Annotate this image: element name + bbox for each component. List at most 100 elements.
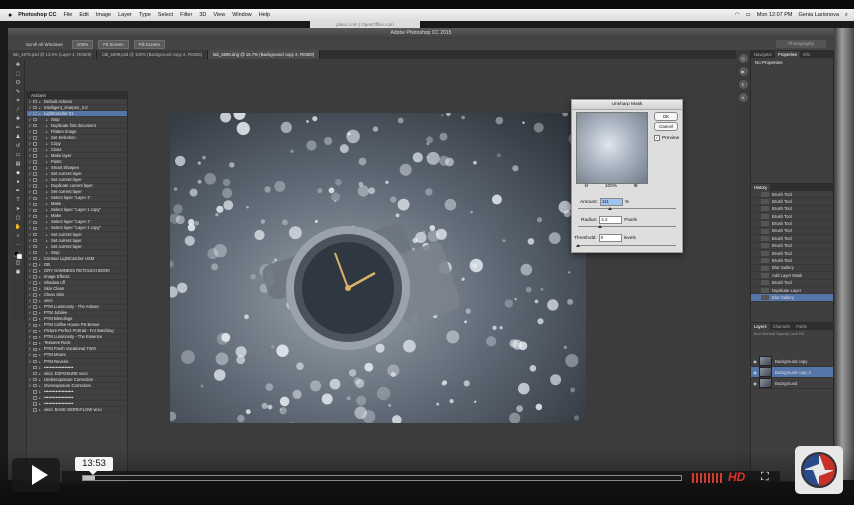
action-dialog-toggle[interactable] — [33, 250, 37, 255]
history-panel-icon[interactable]: ◷ — [738, 54, 748, 63]
action-dialog-toggle[interactable] — [33, 408, 37, 412]
fit-screen-button[interactable]: Fit Screen — [98, 40, 129, 49]
search-icon[interactable]: ⌕ — [845, 12, 848, 19]
threshold-input[interactable]: 0 — [598, 234, 622, 242]
history-row[interactable]: Brush Tool — [751, 235, 833, 243]
menu-filter[interactable]: Filter — [180, 12, 192, 18]
action-dialog-toggle[interactable] — [33, 184, 37, 188]
action-dialog-toggle[interactable] — [33, 123, 37, 128]
action-dialog-toggle[interactable] — [33, 359, 37, 364]
color-swatches-icon[interactable] — [13, 250, 23, 260]
wifi-icon[interactable]: ◠ — [735, 12, 740, 18]
action-dialog-toggle[interactable] — [33, 263, 37, 267]
battery-icon[interactable]: ▭ — [746, 12, 751, 18]
history-row[interactable]: Brush Tool — [751, 198, 833, 206]
tab-channels[interactable]: Channels — [770, 323, 794, 330]
menu-file[interactable]: File — [63, 12, 72, 18]
action-dialog-toggle[interactable] — [33, 371, 37, 376]
tab-paths[interactable]: Paths — [793, 323, 810, 330]
layer-row[interactable]: ◉ Background — [751, 378, 833, 389]
action-dialog-toggle[interactable] — [33, 365, 37, 370]
layer-visibility-eye-icon[interactable]: ◉ — [751, 381, 759, 386]
action-row[interactable]: ▸ vinci: BASE WORKFLOW vinci — [27, 407, 127, 414]
menu-window[interactable]: Window — [232, 12, 252, 18]
layer-visibility-eye-icon[interactable]: ◉ — [751, 370, 759, 375]
action-dialog-toggle[interactable] — [33, 299, 37, 303]
paragraph-panel-icon[interactable]: ¶ — [738, 80, 748, 89]
eyedropper-tool-icon[interactable]: ⁄ — [14, 107, 22, 114]
fill-screen-button[interactable]: Fill Screen — [133, 40, 166, 49]
amount-slider-knob[interactable] — [608, 207, 612, 210]
action-dialog-toggle[interactable] — [33, 269, 37, 273]
action-dialog-toggle[interactable] — [33, 99, 37, 104]
history-brush-tool-icon[interactable]: ↺ — [14, 143, 22, 150]
action-dialog-toggle[interactable] — [33, 396, 37, 400]
action-dialog-toggle[interactable] — [33, 117, 37, 122]
history-row[interactable]: Brush Tool — [751, 250, 833, 258]
action-dialog-toggle[interactable] — [33, 317, 37, 321]
action-dialog-toggle[interactable] — [33, 347, 37, 352]
action-dialog-toggle[interactable] — [33, 353, 37, 358]
tab-info[interactable]: Info — [800, 51, 813, 58]
scroll-all-windows-checkbox[interactable]: Scroll All Windows — [22, 41, 67, 48]
zoom-100-button[interactable]: 100% — [71, 40, 94, 49]
action-dialog-toggle[interactable] — [33, 136, 37, 140]
gradient-tool-icon[interactable]: ▤ — [14, 161, 22, 168]
action-dialog-toggle[interactable] — [33, 390, 37, 394]
action-dialog-toggle[interactable] — [33, 293, 37, 297]
hand-tool-icon[interactable]: ✋ — [14, 224, 22, 231]
ok-button[interactable]: OK — [654, 112, 678, 121]
menu-user[interactable]: Genia Larionova — [799, 12, 839, 18]
action-dialog-toggle[interactable] — [33, 214, 37, 219]
filter-preview-window[interactable] — [576, 112, 648, 184]
more-tools-icon[interactable]: ⋯ — [14, 242, 22, 249]
action-dialog-toggle[interactable] — [33, 178, 37, 182]
document-canvas[interactable] — [170, 113, 586, 423]
menu-view[interactable]: View — [213, 12, 225, 18]
preview-checkbox[interactable]: ✓ Preview — [654, 135, 679, 141]
action-dialog-toggle[interactable] — [33, 226, 37, 231]
screen-mode-icon[interactable]: ▣ — [14, 269, 22, 276]
history-row[interactable]: Brush Tool — [751, 206, 833, 214]
action-dialog-toggle[interactable] — [33, 281, 37, 285]
menu-edit[interactable]: Edit — [79, 12, 88, 18]
action-dialog-toggle[interactable] — [33, 232, 37, 237]
tab-history[interactable]: History — [751, 184, 771, 191]
hd-toggle[interactable]: HD — [728, 470, 745, 484]
menu-app-name[interactable]: Photoshop CC — [18, 12, 56, 18]
action-dialog-toggle[interactable] — [33, 256, 37, 261]
tab-properties[interactable]: Properties — [774, 51, 801, 58]
layer-visibility-eye-icon[interactable]: ◉ — [751, 359, 759, 364]
action-dialog-toggle[interactable] — [33, 275, 37, 279]
history-row[interactable]: Brush Tool — [751, 191, 833, 199]
action-dialog-toggle[interactable] — [33, 111, 37, 116]
layer-controls[interactable]: Kind Normal Opacity Lock Fill — [751, 330, 833, 356]
history-row[interactable]: Brush Tool — [751, 221, 833, 228]
video-progress-bar[interactable] — [82, 475, 682, 481]
zoom-in-icon[interactable]: ⊕ — [634, 184, 638, 189]
action-dialog-toggle[interactable] — [33, 190, 37, 194]
type-tool-icon[interactable]: T — [14, 197, 22, 204]
history-row[interactable]: Blur Gallery — [751, 294, 833, 302]
eraser-tool-icon[interactable]: ▭ — [14, 152, 22, 159]
zoom-tool-icon[interactable]: ⌕ — [14, 233, 22, 240]
menu-layer[interactable]: Layer — [118, 12, 132, 18]
action-dialog-toggle[interactable] — [33, 287, 37, 291]
doc-tab-3[interactable]: lab_5598.dng @ 16.7% (Background copy 2,… — [208, 50, 321, 59]
blur-tool-icon[interactable]: ◆ — [14, 170, 22, 177]
menu-clock[interactable]: Mon 12:07 PM — [757, 12, 793, 18]
action-dialog-toggle[interactable] — [33, 142, 37, 146]
action-dialog-toggle[interactable] — [33, 220, 37, 225]
action-dialog-toggle[interactable] — [33, 305, 37, 309]
action-dialog-toggle[interactable] — [33, 172, 37, 176]
quick-select-tool-icon[interactable]: ✎ — [14, 89, 22, 96]
clone-stamp-tool-icon[interactable]: ♟ — [14, 134, 22, 141]
menu-type[interactable]: Type — [139, 12, 151, 18]
action-dialog-toggle[interactable] — [33, 377, 37, 382]
brush-tool-icon[interactable]: ✏ — [14, 125, 22, 132]
action-dialog-toggle[interactable] — [33, 154, 37, 158]
action-dialog-toggle[interactable] — [33, 238, 37, 243]
threshold-slider-knob[interactable] — [576, 244, 580, 247]
action-dialog-toggle[interactable] — [33, 130, 37, 134]
pen-tool-icon[interactable]: ✒ — [14, 188, 22, 195]
